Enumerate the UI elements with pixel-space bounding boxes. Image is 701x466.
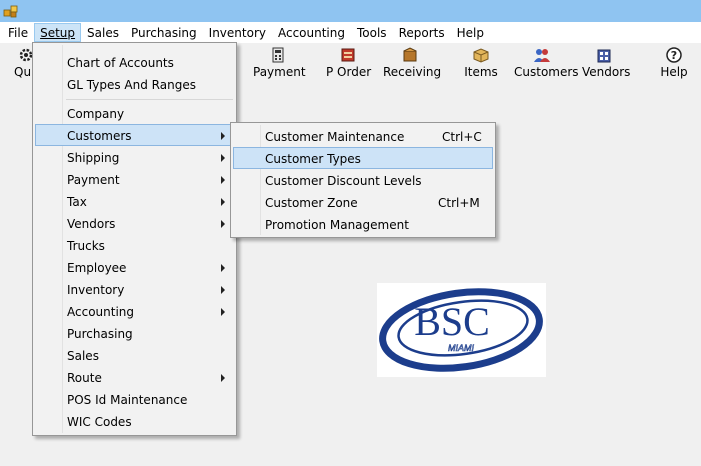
submenu-arrow-icon [221, 176, 225, 184]
app-icon [3, 5, 18, 18]
p-order-button[interactable]: P Order [326, 47, 371, 81]
customers-submenu: Customer Maintenance Ctrl+C Customer Typ… [230, 122, 496, 238]
setup-item-inventory[interactable]: Inventory [35, 278, 234, 300]
logo-sub-text: MIAMI [448, 343, 474, 353]
menu-tools[interactable]: Tools [351, 23, 393, 42]
menu-purchasing[interactable]: Purchasing [125, 23, 203, 42]
company-logo: BSC MIAMI [377, 283, 546, 377]
setup-item-wic-codes[interactable]: WIC Codes [35, 410, 234, 432]
menu-sales[interactable]: Sales [81, 23, 125, 42]
setup-item-employee[interactable]: Employee [35, 256, 234, 278]
customers-item-promotion-management[interactable]: Promotion Management [233, 213, 493, 235]
menu-accounting[interactable]: Accounting [272, 23, 351, 42]
order-box-icon [341, 48, 355, 62]
receiving-box-icon [403, 47, 417, 62]
svg-text:?: ? [671, 49, 677, 62]
customers-item-maintenance[interactable]: Customer Maintenance Ctrl+C [233, 125, 493, 147]
customers-item-discount-levels[interactable]: Customer Discount Levels [233, 169, 493, 191]
setup-item-sales[interactable]: Sales [35, 344, 234, 366]
setup-item-pos-id-maintenance[interactable]: POS Id Maintenance [35, 388, 234, 410]
help-question-icon: ? [666, 47, 682, 63]
bsc-logo-image: BSC MIAMI [379, 288, 543, 372]
calculator-icon [272, 47, 284, 63]
submenu-arrow-icon [221, 132, 225, 140]
submenu-arrow-icon [221, 286, 225, 294]
help-button[interactable]: ? Help [660, 47, 688, 81]
setup-item-tax[interactable]: Tax [35, 190, 234, 212]
customers-button[interactable]: Customers [514, 47, 579, 81]
submenu-arrow-icon [221, 374, 225, 382]
setup-item-payment[interactable]: Payment [35, 168, 234, 190]
receiving-button[interactable]: Receiving [383, 47, 441, 81]
menu-separator [66, 99, 233, 100]
setup-dropdown-menu: Chart of Accounts GL Types And Ranges Co… [32, 42, 237, 436]
setup-item-customers[interactable]: Customers [35, 124, 234, 146]
setup-item-chart-of-accounts[interactable]: Chart of Accounts [35, 51, 234, 73]
package-icon [473, 48, 489, 63]
logo-main-text: BSC [414, 299, 490, 344]
submenu-arrow-icon [221, 220, 225, 228]
submenu-arrow-icon [221, 154, 225, 162]
submenu-arrow-icon [221, 308, 225, 316]
setup-item-company[interactable]: Company [35, 102, 234, 124]
customers-item-zone[interactable]: Customer Zone Ctrl+M [233, 191, 493, 213]
shortcut-label: Ctrl+M [438, 196, 480, 210]
users-icon [534, 49, 550, 62]
customers-item-types[interactable]: Customer Types [233, 147, 493, 169]
title-bar [0, 0, 701, 22]
shortcut-label: Ctrl+C [442, 130, 482, 144]
setup-item-route[interactable]: Route [35, 366, 234, 388]
setup-item-trucks[interactable]: Trucks [35, 234, 234, 256]
setup-item-gl-types[interactable]: GL Types And Ranges [35, 73, 234, 95]
setup-item-vendors[interactable]: Vendors [35, 212, 234, 234]
menu-setup[interactable]: Setup [34, 23, 82, 42]
setup-item-purchasing[interactable]: Purchasing [35, 322, 234, 344]
menu-bar: File Setup Sales Purchasing Inventory Ac… [0, 22, 701, 43]
submenu-arrow-icon [221, 198, 225, 206]
menu-file[interactable]: File [2, 23, 34, 42]
submenu-arrow-icon [221, 264, 225, 272]
vendors-button[interactable]: Vendors [582, 47, 630, 81]
menu-help[interactable]: Help [451, 23, 490, 42]
items-button[interactable]: Items [464, 47, 498, 81]
vendor-building-icon [597, 49, 611, 63]
setup-item-accounting[interactable]: Accounting [35, 300, 234, 322]
payment-button[interactable]: Payment [253, 47, 306, 81]
menu-reports[interactable]: Reports [393, 23, 451, 42]
setup-item-shipping[interactable]: Shipping [35, 146, 234, 168]
menu-inventory[interactable]: Inventory [203, 23, 272, 42]
